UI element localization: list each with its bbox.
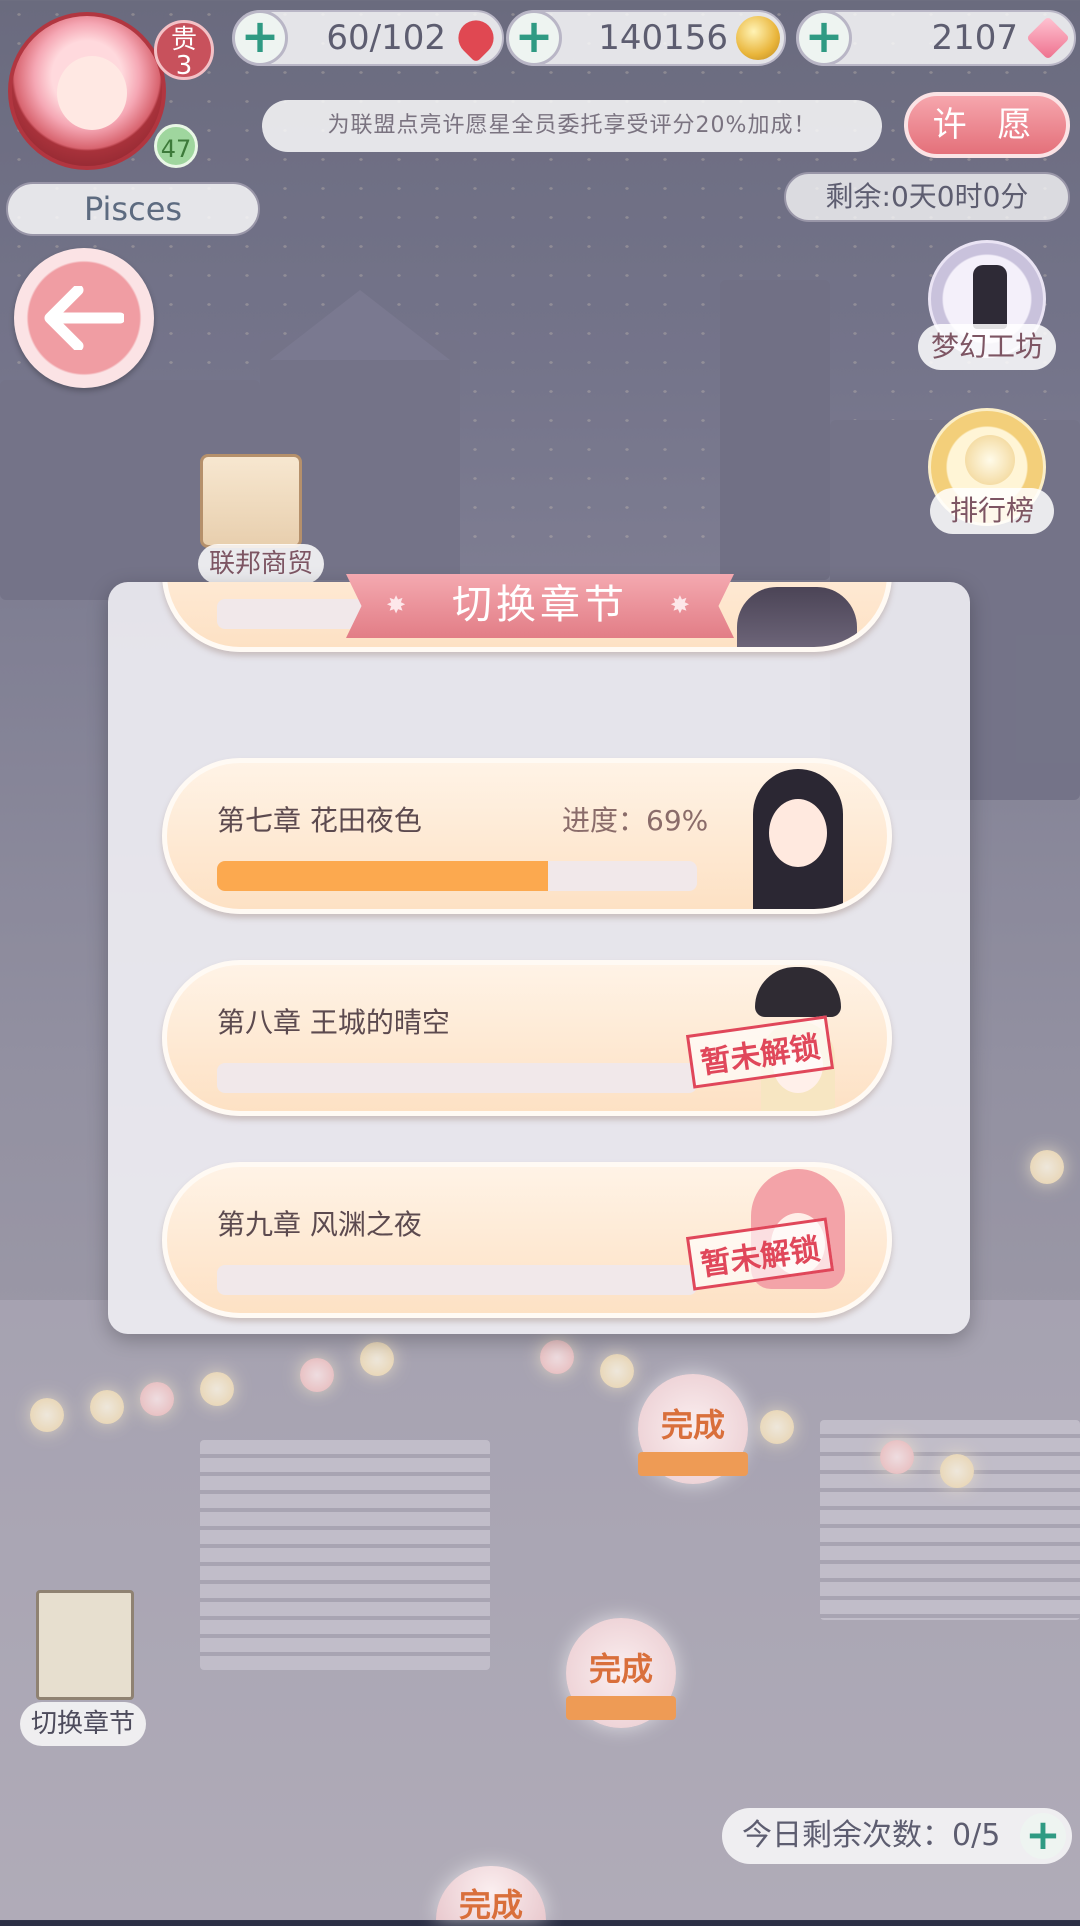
wish-button[interactable]: 许 愿 <box>904 92 1070 158</box>
vip-label: 贵 <box>170 25 197 55</box>
dream-workshop-label: 梦幻工坊 <box>918 324 1056 370</box>
vip-level: 3 <box>175 51 193 81</box>
star-icon: ✸ <box>386 591 411 619</box>
add-attempts-button[interactable]: + <box>1020 1813 1066 1859</box>
coin-icon <box>736 16 780 60</box>
rose-icon <box>965 435 1015 485</box>
gem-value: 2107 <box>931 18 1018 58</box>
federation-shop-label: 联邦商贸 <box>198 544 324 584</box>
avatar-face <box>57 56 127 130</box>
daily-remaining-counter: 今日剩余次数：0/5 + <box>722 1808 1072 1864</box>
completed-label: 完成 <box>588 1650 653 1688</box>
stamina-counter: + 60/102 <box>232 10 504 66</box>
player-level-badge: 47 <box>154 124 198 168</box>
chapter-progress-text: 进度：69% <box>562 804 709 837</box>
gift-box-icon[interactable] <box>200 454 302 548</box>
gem-counter: + 2107 <box>796 10 1076 66</box>
character-portrait <box>737 763 857 909</box>
alliance-bonus-banner: 为联盟点亮许愿星全员委托享受评分20%加成！ <box>262 100 882 152</box>
coin-counter: + 140156 <box>506 10 786 66</box>
chapter-card-9[interactable]: 第九章 风渊之夜 暂未解锁 <box>162 1162 892 1318</box>
character-portrait <box>737 587 857 647</box>
leaderboard-label: 排行榜 <box>930 488 1054 534</box>
vip-badge: 贵 3 <box>154 20 214 80</box>
player-avatar[interactable] <box>8 12 166 170</box>
completed-label: 完成 <box>458 1886 523 1924</box>
chapter-title: 第七章 花田夜色 <box>217 804 422 837</box>
switch-chapter-dialog: 第七章 花田夜色 进度：69% 第八章 王城的晴空 暂未解锁 第九章 风渊之夜 <box>108 582 970 1334</box>
chapter-progress-fill <box>217 861 549 891</box>
coin-value: 140156 <box>598 18 728 58</box>
dialog-title-text: 切换章节 <box>452 582 628 628</box>
dialog-title: ✸ 切换章节 ✸ <box>346 574 734 638</box>
dress-icon <box>973 265 1007 329</box>
heart-icon <box>451 13 501 63</box>
star-icon: ✸ <box>669 591 694 619</box>
chapter-title: 第九章 风渊之夜 <box>217 1208 422 1241</box>
chapter-card-7[interactable]: 第七章 花田夜色 进度：69% <box>162 758 892 914</box>
chapter-title: 第八章 王城的晴空 <box>217 1006 450 1039</box>
chapter-progress-track <box>217 1063 697 1093</box>
diamond-icon <box>1026 16 1070 60</box>
add-gems-button[interactable]: + <box>796 10 852 66</box>
ribbon-icon <box>638 1452 748 1476</box>
time-remaining: 剩余:0天0时0分 <box>784 172 1070 222</box>
back-button[interactable] <box>14 248 154 388</box>
switch-chapter-button[interactable]: 切换章节 <box>20 1702 146 1746</box>
ribbon-icon <box>566 1696 676 1720</box>
arrow-left-icon <box>44 286 124 350</box>
chapter-card-8[interactable]: 第八章 王城的晴空 暂未解锁 <box>162 960 892 1116</box>
chapter-book-icon[interactable] <box>36 1590 134 1700</box>
player-name: Pisces <box>6 182 260 236</box>
add-stamina-button[interactable]: + <box>232 10 288 66</box>
stamina-value: 60/102 <box>326 18 446 58</box>
chapter-progress-track <box>217 861 697 891</box>
completed-label: 完成 <box>660 1406 725 1444</box>
add-coins-button[interactable]: + <box>506 10 562 66</box>
daily-remaining-text: 今日剩余次数：0/5 <box>742 1818 1001 1853</box>
chapter-progress-track <box>217 1265 697 1295</box>
